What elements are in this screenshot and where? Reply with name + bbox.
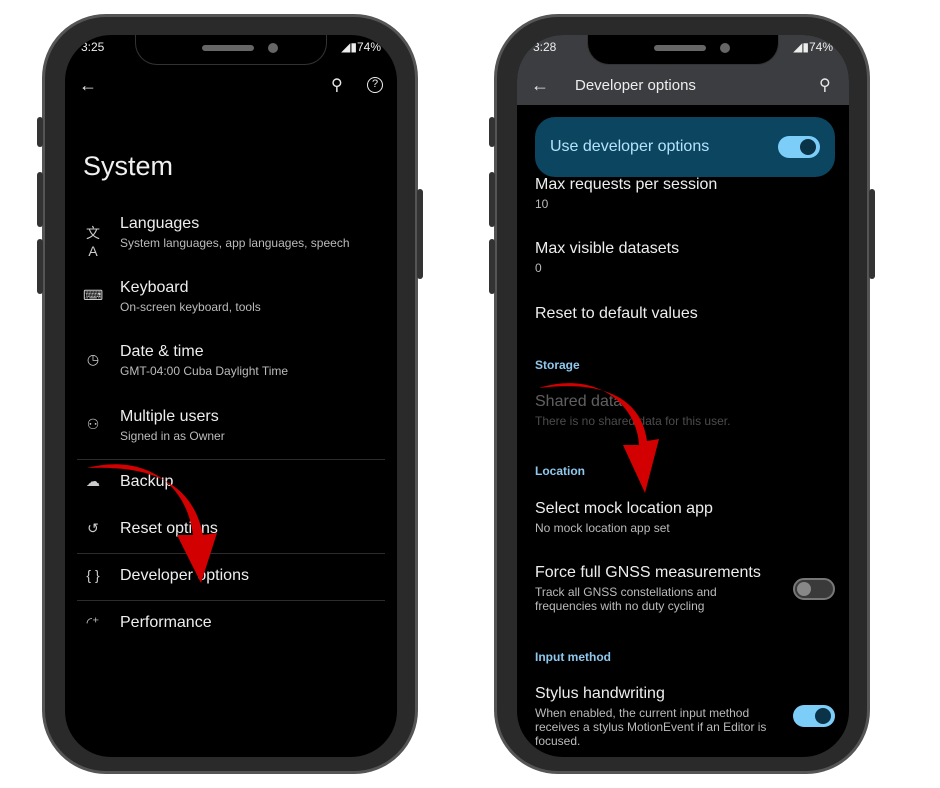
battery-level: 74% (356, 40, 381, 54)
red-arrow-annotation (87, 464, 217, 583)
left-phone: 3:25 ◢▮74% ← ⚲ ? System 文A Languages Syst… (37, 14, 423, 774)
status-time: 3:25 (81, 40, 105, 54)
signal-icon: ◢▮ (793, 40, 809, 54)
battery-level: 74% (808, 40, 833, 54)
right-screen: 3:28 ◢▮74% ← Developer options ⚲ Use dev… (517, 35, 849, 757)
status-time: 3:28 (533, 40, 557, 54)
left-screen: 3:25 ◢▮74% ← ⚲ ? System 文A Languages Syst… (65, 35, 397, 757)
red-arrow-annotation (539, 383, 659, 493)
signal-icon: ◢▮ (341, 40, 357, 54)
right-phone: 3:28 ◢▮74% ← Developer options ⚲ Use dev… (489, 14, 875, 774)
